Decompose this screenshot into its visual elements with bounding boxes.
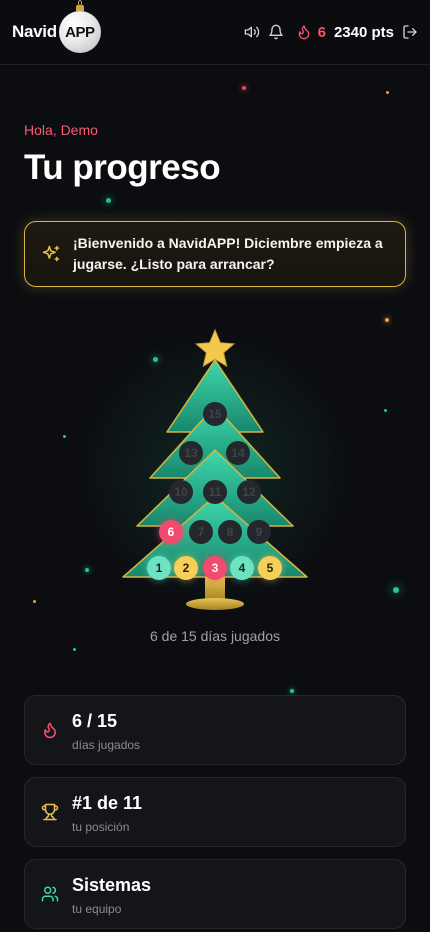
day-ornament-9[interactable]: 9 — [247, 520, 271, 544]
banner-message: ¡Bienvenido a NavidAPP! Diciembre empiez… — [73, 235, 383, 272]
sparkle-dot — [33, 600, 36, 603]
welcome-banner: ¡Bienvenido a NavidAPP! Diciembre empiez… — [24, 221, 406, 287]
sparkle-dot — [385, 318, 389, 322]
stat-label: tu equipo — [72, 902, 122, 916]
day-ornament-3[interactable]: 3 — [203, 556, 227, 580]
sparkle-dot — [393, 587, 399, 593]
greeting: Hola, Demo — [24, 122, 98, 138]
stat-card-rank: #1 de 11 tu posición — [24, 777, 406, 847]
stat-value: Sistemas — [72, 875, 152, 895]
days-played-text: 6 de 15 días jugados — [150, 628, 280, 644]
flame-icon — [296, 24, 312, 40]
sparkle-dot — [63, 435, 66, 438]
day-ornament-8[interactable]: 8 — [218, 520, 242, 544]
bell-icon[interactable] — [268, 24, 284, 40]
sparkle-dot — [73, 648, 76, 651]
sparkle-dot — [384, 409, 387, 412]
logo-ornament-badge: APP — [58, 0, 101, 53]
users-icon — [41, 885, 59, 903]
logo-text: Navid — [12, 22, 57, 41]
day-ornament-12[interactable]: 12 — [237, 480, 261, 504]
stat-card-team: Sistemas tu equipo — [24, 859, 406, 929]
points-total: 2340 pts — [333, 23, 394, 41]
trophy-icon — [41, 803, 59, 821]
day-ornament-14[interactable]: 14 — [226, 441, 250, 465]
sparkles-icon — [41, 244, 61, 264]
stat-value: #1 de 11 — [72, 793, 143, 813]
sparkle-dot — [386, 91, 389, 94]
stat-label: tu posición — [72, 820, 130, 834]
streak-counter: 6 — [296, 24, 326, 41]
day-ornament-2[interactable]: 2 — [174, 556, 198, 580]
logo-badge-text: APP — [65, 23, 95, 41]
stat-label: días jugados — [72, 738, 141, 752]
app-logo[interactable]: Navid APP — [12, 0, 101, 54]
sparkle-dot — [290, 689, 294, 693]
sparkle-dot — [242, 86, 246, 90]
sparkle-dot — [106, 198, 111, 203]
advent-tree: 15 13 14 10 11 12 6 7 8 9 1 2 3 4 5 — [75, 320, 355, 620]
day-ornament-7[interactable]: 7 — [189, 520, 213, 544]
day-ornament-13[interactable]: 13 — [179, 441, 203, 465]
day-ornament-1[interactable]: 1 — [147, 556, 171, 580]
logout-icon[interactable] — [402, 24, 418, 40]
day-ornament-15[interactable]: 15 — [203, 402, 227, 426]
stat-card-days: 6 / 15 días jugados — [24, 695, 406, 765]
day-ornament-5[interactable]: 5 — [258, 556, 282, 580]
day-ornament-10[interactable]: 10 — [169, 480, 193, 504]
volume-icon[interactable] — [244, 24, 260, 40]
day-ornament-4[interactable]: 4 — [230, 556, 254, 580]
top-bar: Navid APP 6 2340 pts — [0, 0, 430, 65]
stat-value: 6 / 15 — [72, 711, 118, 731]
page-title: Tu progreso — [24, 148, 221, 187]
day-ornament-6[interactable]: 6 — [159, 520, 183, 544]
streak-count: 6 — [317, 23, 326, 41]
day-ornament-11[interactable]: 11 — [203, 480, 227, 504]
header-actions: 6 2340 pts — [244, 22, 418, 42]
flame-icon — [41, 721, 59, 739]
